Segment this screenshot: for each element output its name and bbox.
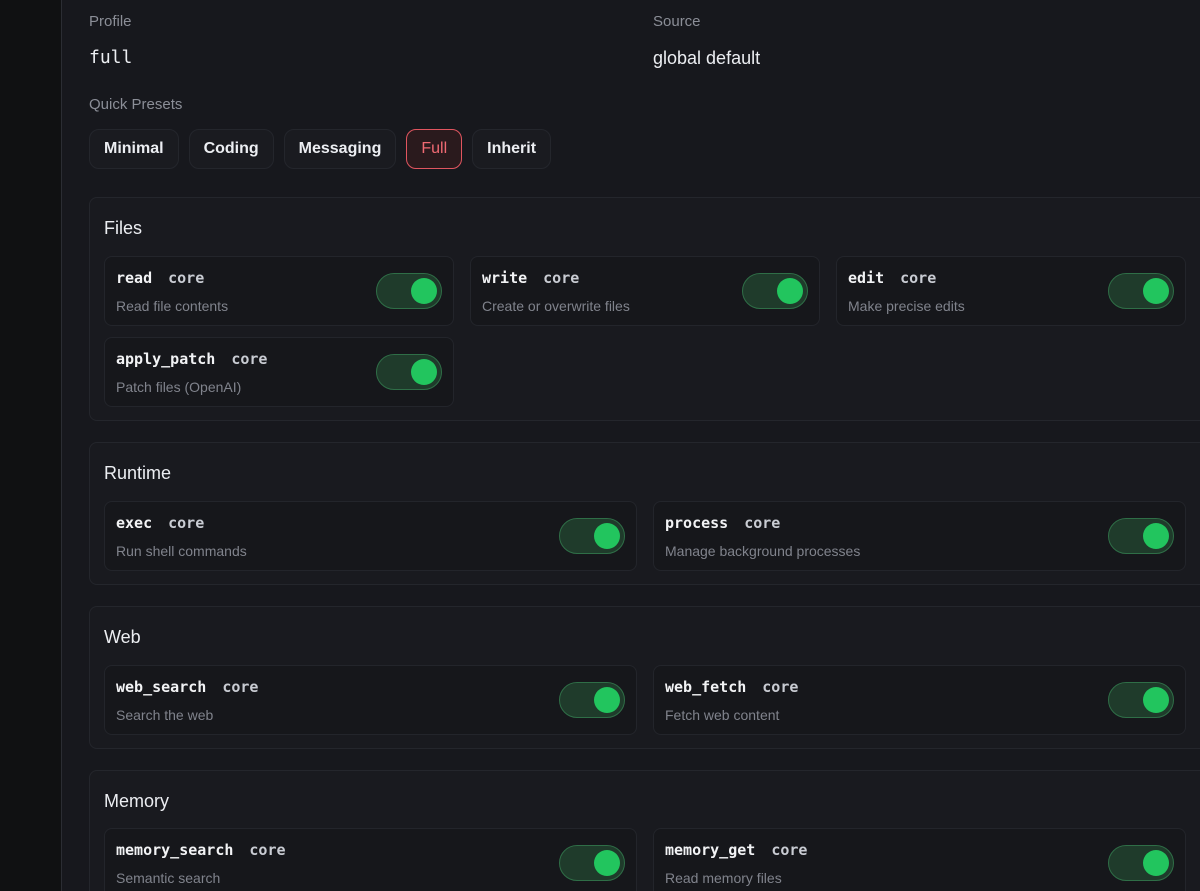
profile-value: full: [89, 47, 133, 68]
preset-inherit-button[interactable]: Inherit: [472, 129, 552, 169]
tool-description: Patch files (OpenAI): [116, 379, 242, 395]
toggle-knob: [411, 359, 437, 385]
tool-name: web_search: [116, 678, 207, 696]
tool-card-read: read core Read file contents: [104, 256, 454, 326]
tool-name: exec: [116, 514, 153, 532]
tool-description: Make precise edits: [848, 298, 965, 314]
preset-minimal-button[interactable]: Minimal: [89, 129, 179, 169]
tool-description: Manage background processes: [665, 543, 861, 559]
tool-name: memory_search: [116, 841, 234, 859]
tool-card-edit: edit core Make precise edits: [836, 256, 1186, 326]
tool-tag: core: [771, 841, 808, 859]
tool-tag: core: [900, 269, 937, 287]
source-value: global default: [653, 48, 761, 68]
preset-messaging-button[interactable]: Messaging: [283, 129, 397, 169]
tool-name: write: [482, 269, 528, 287]
tool-name: web_fetch: [665, 678, 747, 696]
tool-description: Read file contents: [116, 298, 229, 314]
toggle-knob: [777, 278, 803, 304]
toggle-knob: [1143, 523, 1169, 549]
tool-card-memory-search: memory_search core Semantic search: [104, 828, 637, 891]
section-title: Memory: [104, 791, 170, 811]
tool-tag: core: [744, 514, 781, 532]
tool-card-web-search: web_search core Search the web: [104, 665, 637, 735]
toggle-knob: [594, 523, 620, 549]
tool-tag: core: [222, 678, 259, 696]
tool-description: Fetch web content: [665, 707, 780, 723]
tool-card-exec: exec core Run shell commands: [104, 501, 637, 571]
toggle-read[interactable]: [376, 273, 442, 309]
tool-name: process: [665, 514, 729, 532]
tool-card-memory-get: memory_get core Read memory files: [653, 828, 1186, 891]
toggle-knob: [594, 850, 620, 876]
tool-description: Run shell commands: [116, 543, 247, 559]
tool-name: edit: [848, 269, 885, 287]
toggle-memory-search[interactable]: [559, 845, 625, 881]
left-rail: [0, 0, 62, 891]
tool-tag: core: [231, 350, 268, 368]
toggle-web-search[interactable]: [559, 682, 625, 718]
profile-label: Profile: [89, 13, 132, 30]
toggle-memory-get[interactable]: [1108, 845, 1174, 881]
tool-tag: core: [168, 269, 205, 287]
tool-card-process: process core Manage background processes: [653, 501, 1186, 571]
quick-presets-label: Quick Presets: [89, 96, 183, 113]
tool-tag: core: [543, 269, 580, 287]
quick-presets: Minimal Coding Messaging Full Inherit: [89, 129, 552, 169]
tool-profile-panel: Profile full Source global default Quick…: [62, 0, 1200, 891]
toggle-exec[interactable]: [559, 518, 625, 554]
toggle-knob: [411, 278, 437, 304]
tool-tag: core: [762, 678, 799, 696]
toggle-edit[interactable]: [1108, 273, 1174, 309]
tool-tag: core: [249, 841, 286, 859]
toggle-knob: [1143, 278, 1169, 304]
preset-full-button[interactable]: Full: [406, 129, 463, 169]
tool-description: Semantic search: [116, 870, 221, 886]
section-web: Web web_search core Search the web web_fe…: [89, 606, 1200, 749]
toggle-process[interactable]: [1108, 518, 1174, 554]
toggle-write[interactable]: [742, 273, 808, 309]
section-memory: Memory memory_search core Semantic search…: [89, 770, 1200, 891]
tool-name: memory_get: [665, 841, 756, 859]
tool-name: apply_patch: [116, 350, 216, 368]
section-title: Files: [104, 218, 143, 238]
section-title: Runtime: [104, 463, 172, 483]
tool-description: Search the web: [116, 707, 214, 723]
toggle-web-fetch[interactable]: [1108, 682, 1174, 718]
source-label: Source: [653, 13, 701, 30]
section-files: Files read core Read file contents write c…: [89, 197, 1200, 421]
tool-card-write: write core Create or overwrite files: [470, 256, 820, 326]
toggle-apply-patch[interactable]: [376, 354, 442, 390]
toggle-knob: [1143, 850, 1169, 876]
tool-description: Read memory files: [665, 870, 782, 886]
section-runtime: Runtime exec core Run shell commands proc…: [89, 442, 1200, 585]
tool-tag: core: [168, 514, 205, 532]
tool-name: read: [116, 269, 153, 287]
section-title: Web: [104, 627, 141, 647]
preset-coding-button[interactable]: Coding: [188, 129, 274, 169]
toggle-knob: [1143, 687, 1169, 713]
tool-description: Create or overwrite files: [482, 298, 630, 314]
tool-card-web-fetch: web_fetch core Fetch web content: [653, 665, 1186, 735]
tool-card-apply-patch: apply_patch core Patch files (OpenAI): [104, 337, 454, 407]
toggle-knob: [594, 687, 620, 713]
